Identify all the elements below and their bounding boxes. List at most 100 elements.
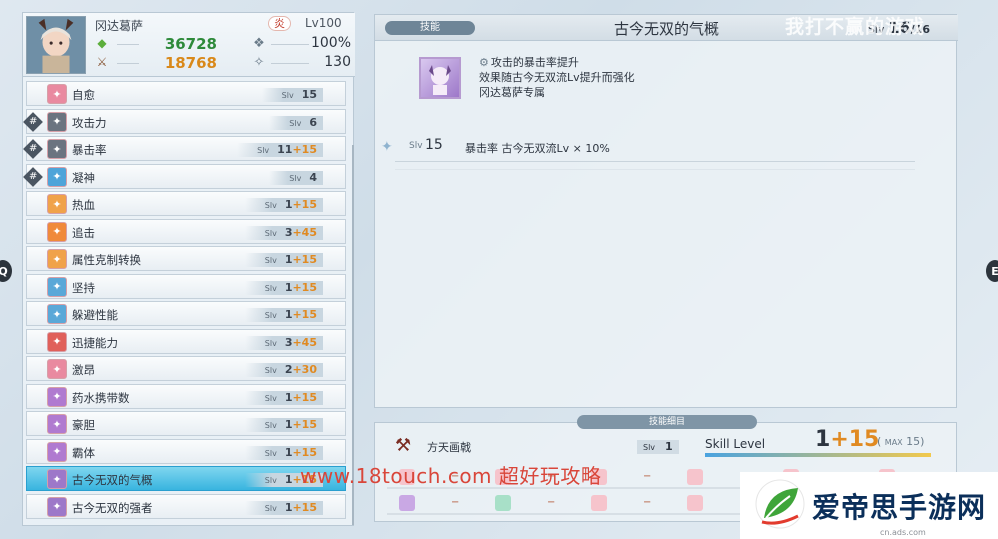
- character-portrait-icon: [27, 17, 85, 73]
- slot-dash: −: [451, 497, 460, 508]
- skill-item[interactable]: ✦ 自愈 Slv 15: [26, 81, 346, 106]
- skill-list: ✦ 自愈 Slv 15 # ✦ 攻击力 Slv 6 # ✦ 暴击率 Slv 11+15 # ✦ 凝神 Slv 4 ✦ 热…: [23, 81, 346, 523]
- skill-slot-icon[interactable]: [591, 495, 607, 511]
- skill-level: Slv 3+45: [244, 225, 323, 240]
- skill-icon: ✦: [47, 331, 67, 352]
- skill-description: ⚙ 攻击的暴击率提升 效果随古今无双流Lv提升而强化 冈达葛萨专属: [479, 56, 635, 99]
- logo-text: 爱帝思手游网: [812, 491, 987, 524]
- skill-level: Slv 1+15: [244, 445, 323, 460]
- stat-row-1: ◆ 36728 ❖ 100%: [95, 35, 351, 53]
- skill-name: 自愈: [72, 88, 95, 102]
- skill-level: Slv 6: [269, 115, 323, 130]
- skill-icon: ✦: [47, 276, 67, 297]
- watermark-site: www.18touch.com 超好玩攻略: [300, 464, 602, 488]
- skill-name: 迅捷能力: [72, 335, 118, 350]
- character-name: 冈达葛萨: [95, 19, 144, 33]
- skill-item[interactable]: ✦ 古今无双的强者 Slv 1+15: [26, 493, 346, 519]
- skill-level: Slv 1+15: [244, 280, 323, 295]
- skill-icon: ✦: [47, 414, 67, 434]
- skill-level: Slv 1+15: [244, 253, 323, 267]
- skill-icon: ✦: [47, 221, 67, 242]
- skill-level: Slv 2+30: [244, 363, 323, 377]
- character-avatar[interactable]: [26, 16, 86, 74]
- skill-item[interactable]: ✦ 药水携带数 Slv 1+15: [26, 383, 346, 409]
- skill-portrait-icon: [419, 57, 461, 99]
- skill-icon: ✦: [47, 84, 67, 104]
- skill-icon: ✦: [47, 359, 67, 379]
- skill-level: Slv 1+15: [244, 418, 323, 432]
- leaf-logo-icon: [755, 479, 805, 529]
- sword-icon: ⚔: [96, 55, 108, 69]
- skill-level-max: ( MAX 15): [877, 435, 925, 448]
- watermark-top: 我打不赢的游戏: [785, 16, 926, 38]
- skill-icon: ✦: [47, 166, 67, 187]
- skill-item[interactable]: ✦ 迅捷能力 Slv 3+45: [26, 328, 346, 354]
- skill-name: 暴击率: [72, 143, 107, 157]
- skill-name: 坚持: [72, 280, 95, 295]
- gem-icon: ◆: [97, 36, 107, 50]
- skill-list-panel: 冈达葛萨 炎 Lv100 ◆ 36728 ❖ 100% ⚔ 18768 ✧ 13…: [22, 12, 355, 526]
- weapon-name: 方天画戟: [427, 441, 471, 454]
- skill-slot-icon[interactable]: [687, 495, 703, 511]
- stat3-value: 100%: [310, 35, 351, 51]
- skill-name: 药水携带数: [72, 390, 130, 405]
- skill-slot-icon[interactable]: [687, 469, 703, 485]
- skill-name: 攻击力: [72, 115, 107, 130]
- skill-level: Slv 1+15: [244, 198, 323, 212]
- skill-name: 豪胆: [72, 418, 95, 432]
- skill-name: 躲避性能: [72, 308, 118, 322]
- skill-name: 古今无双的气概: [72, 473, 153, 487]
- skill-name: 霸体: [72, 445, 95, 460]
- crest-icon: ❖: [253, 36, 265, 51]
- wing-icon: ✧: [253, 55, 265, 70]
- skill-level: Slv 3+45: [244, 335, 323, 350]
- slot-dash: −: [547, 497, 556, 508]
- hp-value: 36728: [164, 35, 217, 53]
- skill-icon: ✦: [47, 441, 67, 462]
- skill-item[interactable]: # ✦ 暴击率 Slv 11+15: [23, 136, 346, 161]
- skill-item[interactable]: ✦ 激昂 Slv 2+30: [26, 356, 346, 381]
- skill-level-label: Skill Level: [705, 437, 766, 451]
- skill-item[interactable]: ✦ 追击 Slv 3+45: [26, 218, 346, 244]
- skill-icon: ✦: [47, 304, 67, 324]
- skill-name: 属性克制转换: [72, 253, 141, 267]
- skill-name: 追击: [72, 225, 95, 240]
- skill-level: Slv 1+15: [244, 308, 323, 322]
- gear-icon: ⚙: [479, 56, 489, 69]
- prev-character-button[interactable]: Q: [0, 260, 12, 282]
- skill-name: 热血: [72, 198, 95, 212]
- skill-item[interactable]: ✦ 豪胆 Slv 1+15: [26, 411, 346, 436]
- skill-icon: ✦: [47, 469, 67, 489]
- skill-icon: ✦: [47, 496, 67, 517]
- skill-item[interactable]: ✦ 属性克制转换 Slv 1+15: [26, 246, 346, 271]
- skill-icon: ✦: [47, 139, 67, 159]
- skill-item[interactable]: ✦ 热血 Slv 1+15: [26, 191, 346, 216]
- skill-item[interactable]: # ✦ 凝神 Slv 4: [23, 163, 346, 189]
- skill-detail-panel: 技能 古今无双的气概 Slv 16/16 ⚙ 攻击的暴击率提升 效果随古今无双流Lv…: [374, 14, 958, 408]
- tab-skill-breakdown: 技能细目: [577, 415, 757, 429]
- skill-item[interactable]: ✦ 坚持 Slv 1+15: [26, 273, 346, 299]
- skill-item[interactable]: # ✦ 攻击力 Slv 6: [23, 108, 346, 134]
- diamond-icon: ✦: [381, 139, 393, 155]
- stat4-value: 130: [324, 54, 351, 70]
- skill-icon: ✦: [47, 194, 67, 214]
- weapon-slv: Slv 1: [637, 440, 679, 454]
- skill-level-bar: [705, 453, 931, 457]
- skill-level: Slv 4: [269, 170, 323, 185]
- element-badge: 炎: [268, 16, 291, 31]
- next-character-button[interactable]: E: [986, 260, 998, 282]
- skill-item[interactable]: ✦ 躲避性能 Slv 1+15: [26, 301, 346, 326]
- skill-item[interactable]: ✦ 霸体 Slv 1+15: [26, 438, 346, 464]
- skill-level: Slv 15: [261, 88, 323, 102]
- slot-dash: −: [643, 497, 652, 508]
- effect-row: ✦ Slv 15 暴击率 古今无双流Lv × 10%: [381, 137, 610, 155]
- pin-icon: #: [23, 111, 43, 132]
- character-face-icon: [429, 65, 451, 95]
- skill-item[interactable]: ✦ 古今无双的气概 Slv 1+15: [26, 466, 346, 491]
- skill-icon: ✦: [47, 386, 67, 407]
- skill-slot-icon[interactable]: [495, 495, 511, 511]
- effect-text: 暴击率 古今无双流Lv × 10%: [465, 142, 610, 155]
- skill-level: Slv 1+15: [244, 500, 323, 515]
- effect-level: 15: [425, 137, 443, 153]
- skill-slot-icon[interactable]: [399, 495, 415, 511]
